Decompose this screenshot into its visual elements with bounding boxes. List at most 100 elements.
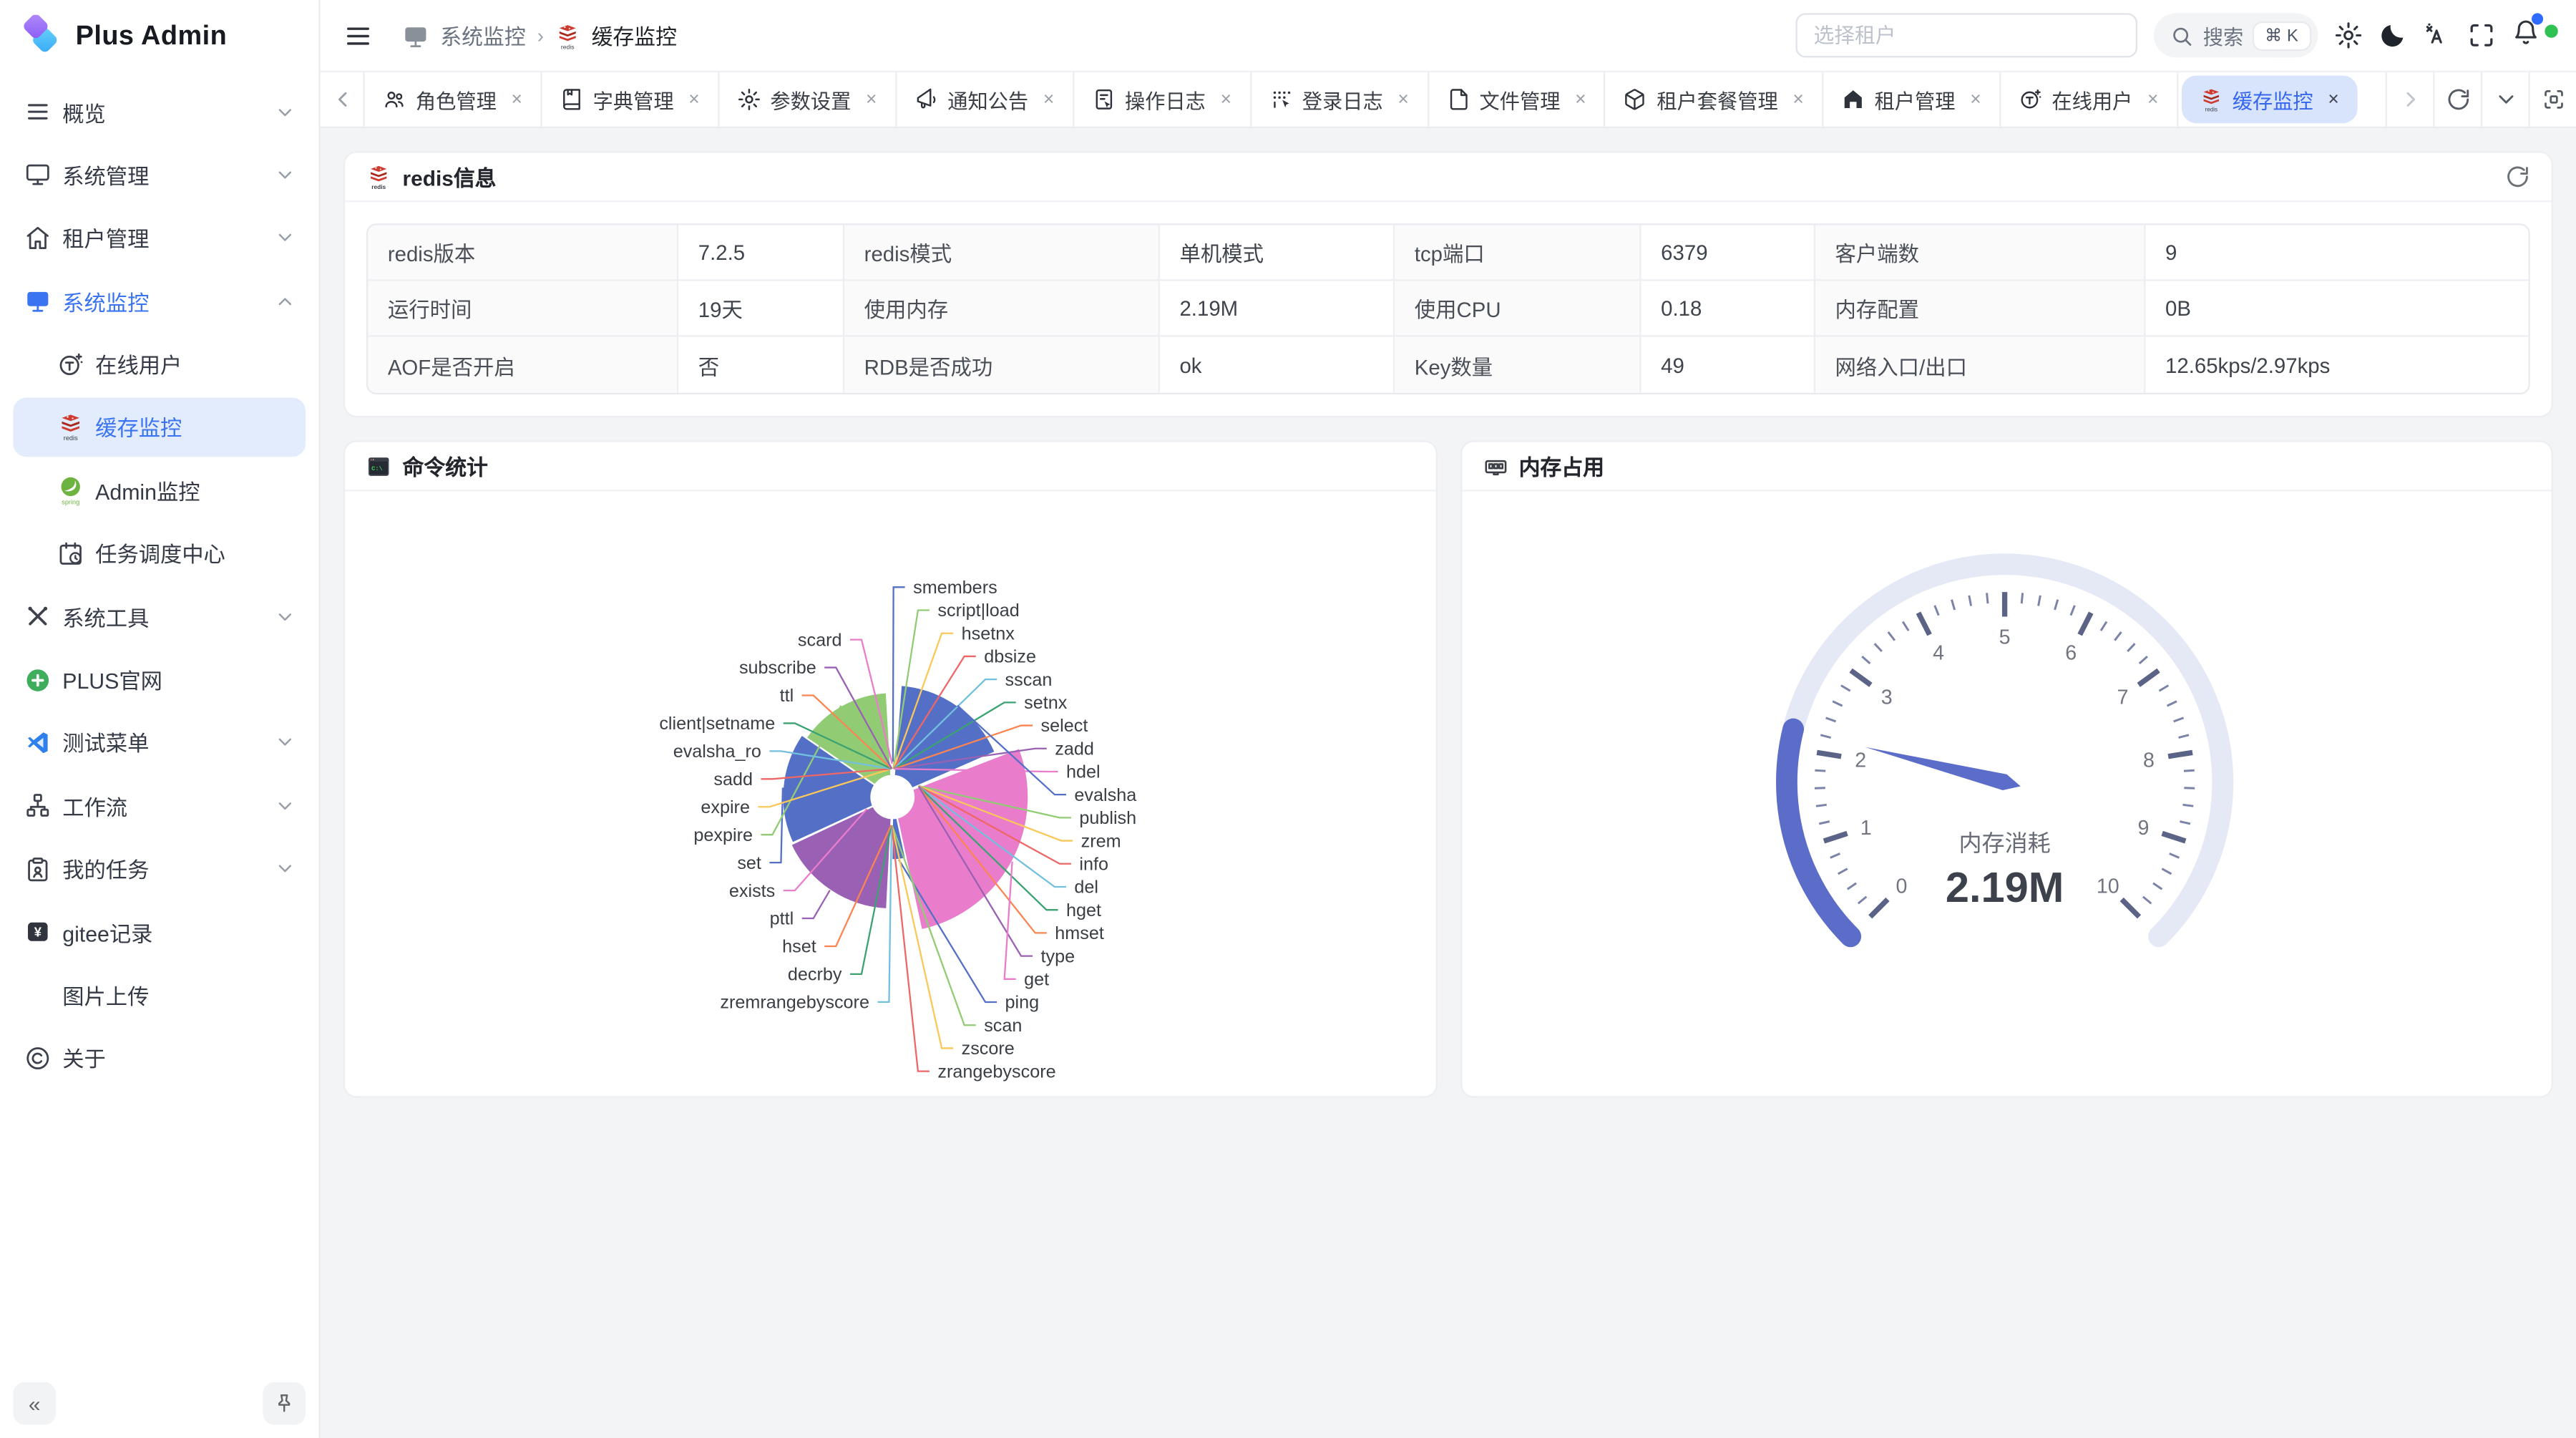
tenant-select-input[interactable] (1795, 13, 2137, 57)
sidebar-collapse-button[interactable]: « (13, 1382, 56, 1425)
redis-info-table: redis版本 7.2.5 redis模式 单机模式 tcp端口 6379 客户… (366, 223, 2530, 394)
table-value: 12.65kps/2.97kps (2145, 337, 2528, 393)
app-logo[interactable]: Plus Admin (0, 0, 318, 72)
breadcrumb-separator: › (537, 24, 544, 47)
redis-info-header: redis信息 (345, 153, 2551, 203)
memory-gauge-chart: 012345678910内存消耗2.19M (1461, 491, 2551, 1096)
table-value: ok (1160, 337, 1395, 393)
close-icon[interactable]: × (1397, 89, 1408, 110)
svg-text:zremrangebyscore: zremrangebyscore (720, 993, 869, 1013)
close-icon[interactable]: × (1221, 89, 1231, 110)
svg-text:sscan: sscan (1005, 670, 1053, 690)
table-value: 否 (678, 337, 844, 393)
megaphone-icon (914, 87, 937, 112)
tab-login-log[interactable]: 登录日志× (1252, 72, 1429, 127)
online-user-icon (56, 349, 84, 380)
notifications-button[interactable] (2512, 17, 2540, 54)
moon-icon[interactable] (2379, 21, 2406, 49)
close-icon[interactable]: × (511, 89, 522, 110)
sidebar-item-test-menu[interactable]: 测试菜单 (13, 713, 306, 772)
calendar-clock-icon (56, 538, 84, 569)
close-icon[interactable]: × (1043, 89, 1054, 110)
sidebar-item-admin-monitor[interactable]: Admin监控 (13, 461, 306, 520)
close-icon[interactable]: × (2328, 89, 2338, 110)
close-icon[interactable]: × (688, 89, 699, 110)
sidebar-item-overview[interactable]: 概览 (13, 82, 306, 142)
tab-role-management[interactable]: 角色管理× (365, 72, 542, 127)
svg-text:subscribe: subscribe (739, 658, 816, 678)
app-window: Plus Admin 概览 系统管理 租户管理 系统监控 (0, 0, 2576, 1438)
sidebar-item-workflow[interactable]: 工作流 (13, 776, 306, 835)
refresh-icon[interactable] (2505, 165, 2529, 189)
gear-icon[interactable] (2335, 21, 2363, 49)
svg-text:expire: expire (701, 797, 750, 817)
sidebar-item-task-scheduler[interactable]: 任务调度中心 (13, 524, 306, 583)
sidebar-item-image-upload[interactable]: 图片上传 (13, 966, 306, 1025)
sidebar-pin-button[interactable] (263, 1382, 306, 1425)
table-value: 49 (1641, 337, 1815, 393)
tab-menu-button[interactable] (2481, 72, 2529, 127)
tab-operation-log[interactable]: 操作日志× (1074, 72, 1252, 127)
home-icon (1842, 87, 1865, 112)
plus-admin-logo-icon (20, 15, 63, 58)
sidebar-item-gitee-log[interactable]: gitee记录 (13, 903, 306, 962)
table-value: 单机模式 (1160, 225, 1395, 281)
hamburger-menu-icon[interactable] (343, 21, 373, 50)
global-search-button[interactable]: 搜索 ⌘ K (2154, 13, 2318, 57)
sidebar-item-system-management[interactable]: 系统管理 (13, 145, 306, 205)
svg-text:3: 3 (1880, 686, 1892, 709)
close-icon[interactable]: × (866, 89, 877, 110)
pin-icon (273, 1392, 296, 1415)
sidebar-item-my-tasks[interactable]: 我的任务 (13, 839, 306, 898)
svg-text:evalsha: evalsha (1074, 785, 1137, 805)
sidebar-item-tenant-management[interactable]: 租户管理 (13, 208, 306, 268)
svg-text:ping: ping (1005, 993, 1040, 1013)
svg-text:hset: hset (782, 937, 816, 957)
sidebar-item-online-users[interactable]: 在线用户 (13, 334, 306, 394)
close-icon[interactable]: × (2147, 89, 2158, 110)
table-value: 6379 (1641, 225, 1815, 281)
tab-tenant-package[interactable]: 租户套餐管理× (1606, 72, 1823, 127)
tab-param-settings[interactable]: 参数设置× (719, 72, 897, 127)
sidebar-item-plus-website[interactable]: PLUS官网 (13, 650, 306, 709)
close-icon[interactable]: × (1970, 89, 1981, 110)
sidebar-item-cache-monitor[interactable]: 缓存监控 (13, 398, 306, 457)
tab-dict-management[interactable]: 字典管理× (542, 72, 719, 127)
svg-text:script|load: script|load (937, 601, 1019, 621)
svg-text:hmset: hmset (1055, 923, 1104, 943)
table-label: redis版本 (368, 225, 678, 281)
breadcrumb: 系统监控 › 缓存监控 (403, 20, 677, 52)
tab-file-management[interactable]: 文件管理× (1428, 72, 1606, 127)
breadcrumb-parent[interactable]: 系统监控 (440, 20, 525, 52)
file-icon (1447, 87, 1470, 112)
tabs-scroll-right-button[interactable] (2386, 72, 2434, 127)
main-area: 系统监控 › 缓存监控 搜索 ⌘ K (321, 0, 2576, 1438)
chevron-right-icon (2398, 87, 2422, 112)
table-label: 使用CPU (1395, 281, 1641, 337)
tab-online-users[interactable]: 在线用户× (2001, 72, 2178, 127)
close-icon[interactable]: × (1575, 89, 1586, 110)
translate-icon[interactable] (2423, 21, 2451, 49)
plus-circle-icon (23, 664, 51, 696)
table-label: 网络入口/出口 (1815, 337, 2145, 393)
tab-cache-monitor[interactable]: 缓存监控× (2182, 76, 2357, 124)
svg-text:pttl: pttl (770, 909, 794, 929)
tabs-scroll-left-button[interactable] (321, 72, 365, 127)
sidebar-item-system-monitor[interactable]: 系统监控 (13, 271, 306, 331)
svg-text:type: type (1041, 946, 1075, 966)
tab-tenant-management[interactable]: 租户管理× (1823, 72, 2001, 127)
fullscreen-icon[interactable] (2467, 21, 2495, 49)
search-icon (2170, 24, 2193, 47)
svg-text:evalsha_ro: evalsha_ro (673, 742, 761, 762)
chevron-up-icon (274, 291, 296, 312)
content-fullscreen-button[interactable] (2528, 72, 2576, 127)
tab-notice[interactable]: 通知公告× (897, 72, 1074, 127)
sidebar-item-system-tools[interactable]: 系统工具 (13, 587, 306, 646)
refresh-tab-button[interactable] (2433, 72, 2481, 127)
svg-text:8: 8 (2142, 749, 2154, 772)
chevron-down-icon (274, 227, 296, 248)
table-label: redis模式 (844, 225, 1160, 281)
sidebar-item-about[interactable]: 关于 (13, 1029, 306, 1088)
svg-text:client|setname: client|setname (659, 714, 775, 734)
close-icon[interactable]: × (1792, 89, 1803, 110)
